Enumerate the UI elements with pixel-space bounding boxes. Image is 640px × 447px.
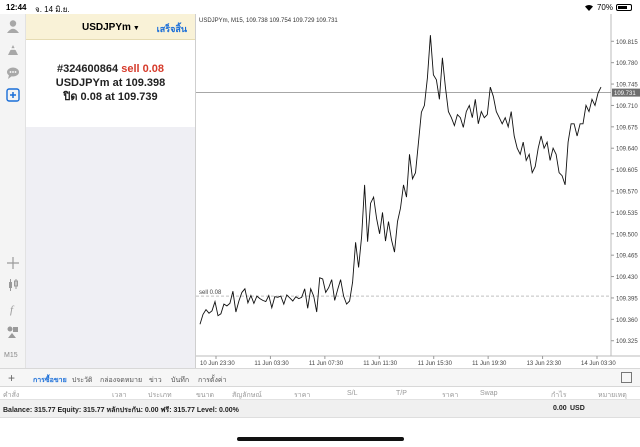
- y-tick-label: 109.500: [616, 232, 638, 238]
- wifi-icon: [584, 4, 593, 11]
- chat-icon[interactable]: [5, 65, 21, 81]
- left-toolbar: f M15: [0, 14, 26, 368]
- y-tick-label: 109.710: [616, 104, 638, 110]
- order-panel-header: USDJPYm ▼ เสร็จสิ้น: [26, 14, 195, 40]
- current-price-label: 109.731: [614, 91, 636, 97]
- y-tick-label: 109.395: [616, 296, 638, 302]
- x-tick-label: 11 Jun 03:30: [254, 361, 289, 367]
- y-tick-label: 109.605: [616, 168, 638, 174]
- y-tick-label: 109.430: [616, 275, 638, 281]
- x-tick-label: 14 Jun 03:30: [581, 361, 616, 367]
- y-tick-label: 109.465: [616, 254, 638, 260]
- open-price: 109.398: [125, 77, 166, 89]
- order-panel-background: [26, 127, 195, 368]
- tab-mailbox[interactable]: กล่องจดหมาย: [100, 375, 142, 386]
- y-tick-label: 109.640: [616, 147, 638, 153]
- col-tp: T/P: [396, 390, 407, 397]
- y-tick-label: 109.815: [616, 40, 638, 46]
- symbol-selector[interactable]: USDJPYm ▼: [82, 22, 140, 33]
- chart-svg[interactable]: 109.815 109.780 109.745 109.710 109.675 109.6…: [196, 14, 640, 368]
- y-tick-label: 109.360: [616, 318, 638, 324]
- bottom-tabs: + การซื้อขาย ประวัติ กล่องจดหมาย ข่าว บั…: [0, 368, 640, 390]
- x-tick-label: 10 Jun 23:30: [200, 361, 235, 367]
- col-sl: S/L: [347, 390, 358, 397]
- close-price: 109.739: [117, 91, 158, 103]
- status-time: 12:44: [6, 3, 27, 12]
- status-right: 70%: [584, 3, 632, 12]
- trade-icon[interactable]: [5, 42, 21, 58]
- tab-trade[interactable]: การซื้อขาย: [33, 375, 67, 390]
- account-icon[interactable]: [5, 18, 21, 34]
- order-summary: #324600864 sell 0.08 USDJPYm at 109.398 …: [26, 40, 195, 127]
- x-tick-label: 11 Jun 07:30: [309, 361, 344, 367]
- tab-news[interactable]: ข่าว: [149, 375, 162, 386]
- new-order-icon[interactable]: [5, 87, 21, 103]
- x-tick-label: 11 Jun 15:30: [418, 361, 453, 367]
- y-tick-label: 109.570: [616, 190, 638, 196]
- balance-text: Balance: 315.77 Equity: 315.77 หลักประกั…: [3, 407, 239, 414]
- order-type: sell 0.08: [121, 63, 165, 75]
- x-tick-label: 13 Jun 23:30: [527, 361, 562, 367]
- y-tick-label: 109.780: [616, 61, 638, 67]
- chart-header: USDJPYm, M15, 109.738 109.754 109.729 10…: [199, 18, 338, 24]
- close-line-text: ปิด 0.08 at: [63, 91, 115, 103]
- battery-percent: 70%: [596, 3, 613, 12]
- indicators-icon[interactable]: f: [5, 301, 21, 317]
- y-tick-label: 109.325: [616, 339, 638, 345]
- trade-table-header: คำสั่ง เวลา ประเภท ขนาด สัญลักษณ์ ราคา S…: [0, 387, 640, 400]
- tab-journal[interactable]: บันทึก: [171, 375, 189, 386]
- svg-text:f: f: [10, 304, 15, 316]
- timeframe-label[interactable]: M15: [4, 352, 18, 359]
- status-bar: 12:44 จ. 14 มิ.ย. 70%: [0, 0, 640, 14]
- order-id: #324600864: [56, 63, 119, 75]
- open-line-text: USDJPYm at: [55, 77, 123, 89]
- tab-settings[interactable]: การตั้งค่า: [198, 375, 227, 386]
- y-tick-label: 109.675: [616, 125, 638, 131]
- price-chart[interactable]: 109.815 109.780 109.745 109.710 109.675 109.6…: [195, 14, 640, 368]
- currency-label: USD: [570, 405, 585, 412]
- done-button[interactable]: เสร็จสิ้น: [157, 22, 187, 36]
- add-icon[interactable]: +: [8, 371, 15, 385]
- objects-icon[interactable]: [5, 324, 21, 340]
- crosshair-icon[interactable]: [5, 255, 21, 271]
- tab-history[interactable]: ประวัติ: [72, 375, 92, 386]
- balance-row: Balance: 315.77 Equity: 315.77 หลักประกั…: [0, 400, 640, 418]
- candlestick-icon[interactable]: [5, 277, 21, 293]
- battery-icon: [616, 4, 632, 11]
- total-profit: 0.00: [553, 405, 567, 412]
- col-swap: Swap: [480, 390, 498, 397]
- y-tick-label: 109.535: [616, 211, 638, 217]
- price-series-line: [199, 35, 602, 325]
- order-line-label: sell 0.08: [199, 290, 222, 296]
- x-tick-label: 11 Jun 11:30: [363, 361, 397, 367]
- home-indicator: [237, 437, 404, 441]
- y-tick-label: 109.745: [616, 83, 638, 89]
- chevron-down-icon: ▼: [132, 25, 140, 32]
- x-tick-label: 11 Jun 19:30: [472, 361, 507, 367]
- collapse-icon[interactable]: [621, 372, 632, 383]
